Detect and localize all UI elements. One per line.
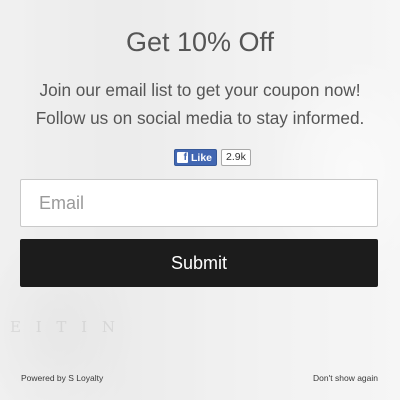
submit-button[interactable]: Submit [20, 239, 378, 287]
facebook-like-count: 2.9k [221, 149, 251, 166]
popup-subtitle-line-1: Join our email list to get your coupon n… [39, 80, 361, 100]
facebook-like-button[interactable]: f Like [174, 149, 218, 166]
facebook-icon: f [177, 152, 188, 163]
coupon-popup: Get 10% Off Join our email list to get y… [0, 0, 400, 400]
powered-by-label: Powered by S Loyalty [21, 373, 104, 383]
popup-title: Get 10% Off [125, 27, 275, 57]
dont-show-again-link[interactable]: Don't show again [313, 373, 378, 383]
facebook-like-label: Like [191, 151, 213, 164]
facebook-like-widget: f Like 2.9k [174, 149, 251, 166]
popup-subtitle-line-2: Follow us on social media to stay inform… [35, 108, 365, 128]
email-field[interactable] [20, 179, 378, 227]
